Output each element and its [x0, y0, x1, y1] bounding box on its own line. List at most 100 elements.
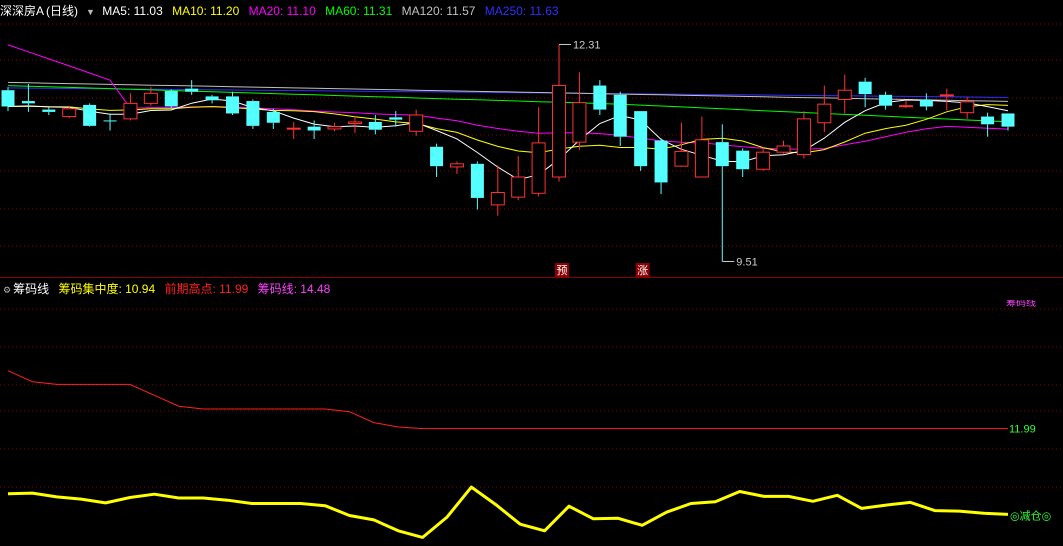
candle	[981, 112, 995, 137]
candle	[123, 93, 138, 121]
candle-body	[776, 145, 791, 153]
sell-signal-label: ◎减仓◎	[1010, 508, 1051, 522]
candle-body	[817, 103, 832, 124]
main-header: 深深房A (日线) ▼ MA5: 11.03 MA10: 11.20 MA20: 1…	[0, 0, 1063, 22]
candle-body	[103, 120, 117, 122]
candle-body	[490, 192, 505, 206]
candle-body	[389, 117, 403, 120]
candle-body	[837, 89, 852, 100]
candle-body	[1, 90, 15, 107]
candle-body	[83, 104, 97, 126]
candle	[409, 109, 424, 136]
candle-body	[981, 116, 995, 125]
candle-body	[511, 176, 526, 198]
candle	[205, 94, 219, 104]
candle	[613, 91, 627, 146]
candle-body	[796, 118, 811, 156]
kline-chart[interactable]: 12.31 9.51 预 涨	[0, 0, 1063, 278]
candle	[266, 108, 280, 129]
candle	[511, 156, 526, 201]
chip-concentration-label: 筹码集中度: 10.94	[58, 282, 156, 296]
candle	[674, 122, 689, 167]
candle	[552, 44, 567, 182]
candle	[796, 111, 811, 159]
candle	[572, 72, 587, 150]
candle	[246, 99, 260, 129]
chip-line-label: 筹码线: 14.48	[257, 282, 331, 296]
candle-body	[613, 94, 627, 137]
prior-high-line	[7, 370, 1008, 430]
candle-body	[552, 85, 567, 178]
candle-body	[898, 105, 913, 108]
candle	[531, 107, 546, 197]
candle-body	[430, 146, 444, 167]
chevron-down-icon[interactable]: ▼	[86, 1, 95, 23]
candle-body	[307, 126, 321, 131]
gear-icon[interactable]: ⚙	[3, 279, 11, 301]
ma10-line	[7, 104, 1009, 154]
candle	[776, 140, 791, 154]
candle-body	[368, 121, 382, 130]
candle-body	[347, 121, 362, 125]
indicator-panel[interactable]: 11.99 ◎减仓◎ 筹码线	[0, 278, 1063, 546]
tag-zhang: 涨	[637, 264, 648, 277]
candle	[185, 80, 199, 95]
candle	[164, 89, 178, 109]
candle	[593, 80, 607, 115]
candle	[83, 103, 97, 127]
candle-body	[449, 163, 464, 168]
ma120-label: MA120: 11.57	[401, 4, 476, 18]
candle-body	[225, 96, 239, 114]
candle	[756, 147, 771, 171]
candle	[103, 113, 117, 131]
candle-body	[266, 111, 280, 123]
candle-body	[919, 99, 933, 107]
candle	[470, 161, 484, 210]
candle-body	[164, 90, 178, 107]
ma60-line	[7, 85, 1009, 123]
candle	[898, 101, 913, 109]
candle-body	[409, 114, 424, 132]
ma10-label: MA10: 11.20	[172, 4, 240, 18]
chip-indicator-chart[interactable]: 11.99 ◎减仓◎ 筹码线	[0, 278, 1063, 546]
candle-body	[246, 101, 260, 126]
low-price-label: 9.51	[736, 256, 757, 268]
candle-body	[42, 109, 56, 112]
candle-body	[531, 142, 546, 194]
ma250-line	[7, 87, 1009, 98]
candle-body	[634, 111, 648, 167]
candle-body	[1001, 113, 1015, 127]
candle-body	[143, 92, 158, 104]
candle	[715, 124, 729, 262]
resistance-label: 11.99	[1009, 424, 1036, 436]
kline-panel[interactable]: 12.31 9.51 预 涨	[0, 0, 1063, 278]
chip-concentration-line	[7, 485, 1009, 539]
candle	[694, 116, 709, 178]
candle	[817, 85, 832, 133]
candle-body	[21, 101, 35, 104]
candle-body	[185, 88, 199, 92]
prior-high-label: 前期高点: 11.99	[164, 282, 249, 296]
stock-name: 深深房A	[0, 4, 45, 18]
indicator-header: ⚙ 筹码线 筹码集中度: 10.94 前期高点: 11.99 筹码线: 14.48	[0, 278, 1063, 300]
candle-body	[205, 96, 219, 101]
candle	[327, 122, 342, 132]
candle-body	[879, 94, 893, 106]
candle	[368, 115, 382, 135]
candle	[225, 91, 239, 115]
candle	[634, 111, 648, 171]
candle-body	[674, 150, 689, 167]
candle-body	[858, 81, 872, 95]
candle	[430, 143, 444, 177]
ma5-line	[7, 98, 1009, 181]
candle	[286, 121, 301, 140]
period-label: (日线)	[46, 4, 79, 18]
candle	[449, 161, 464, 174]
candle	[347, 116, 362, 133]
ma20-label: MA20: 11.10	[248, 4, 316, 18]
candle-body	[715, 142, 729, 167]
candle-body	[736, 150, 750, 170]
candle-body	[694, 139, 709, 178]
candle	[837, 74, 852, 114]
candle-body	[62, 108, 77, 118]
